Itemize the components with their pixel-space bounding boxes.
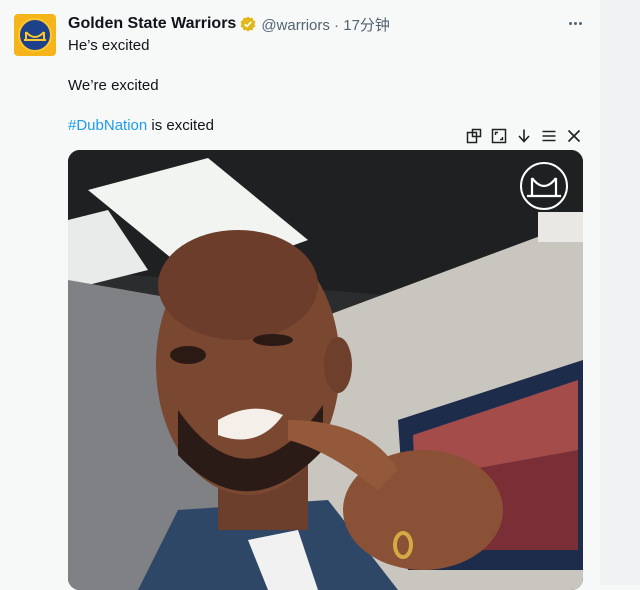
expand-icon[interactable] bbox=[489, 126, 509, 146]
download-icon[interactable] bbox=[514, 126, 534, 146]
tweet-card[interactable]: Golden State Warriors @warriors · 17分钟 H… bbox=[0, 0, 600, 590]
tweet-text-suffix: is excited bbox=[147, 117, 214, 134]
display-name[interactable]: Golden State Warriors bbox=[68, 15, 236, 33]
warriors-bridge-logo-icon bbox=[520, 162, 568, 210]
handle-and-timestamp[interactable]: @warriors · 17分钟 bbox=[261, 14, 390, 35]
close-icon[interactable] bbox=[564, 126, 584, 146]
right-gutter bbox=[600, 0, 640, 585]
tweet-text-line-3: #DubNation is excited bbox=[68, 117, 214, 134]
avatar[interactable] bbox=[14, 14, 56, 56]
more-dots-icon[interactable] bbox=[566, 14, 584, 32]
hashtag-link[interactable]: #DubNation bbox=[68, 117, 147, 134]
tweet-text-line-2: We’re excited bbox=[68, 77, 159, 94]
warriors-logo-icon bbox=[18, 18, 52, 52]
tweet-header: Golden State Warriors @warriors · 17分钟 bbox=[68, 13, 390, 35]
media-toolbar bbox=[464, 125, 584, 147]
gold-verified-badge-icon[interactable] bbox=[240, 16, 256, 32]
menu-icon[interactable] bbox=[539, 126, 559, 146]
video-frame bbox=[68, 150, 583, 590]
video-player[interactable] bbox=[68, 150, 583, 590]
tweet-text-line-1: He’s excited bbox=[68, 37, 150, 54]
picture-in-picture-icon[interactable] bbox=[464, 126, 484, 146]
